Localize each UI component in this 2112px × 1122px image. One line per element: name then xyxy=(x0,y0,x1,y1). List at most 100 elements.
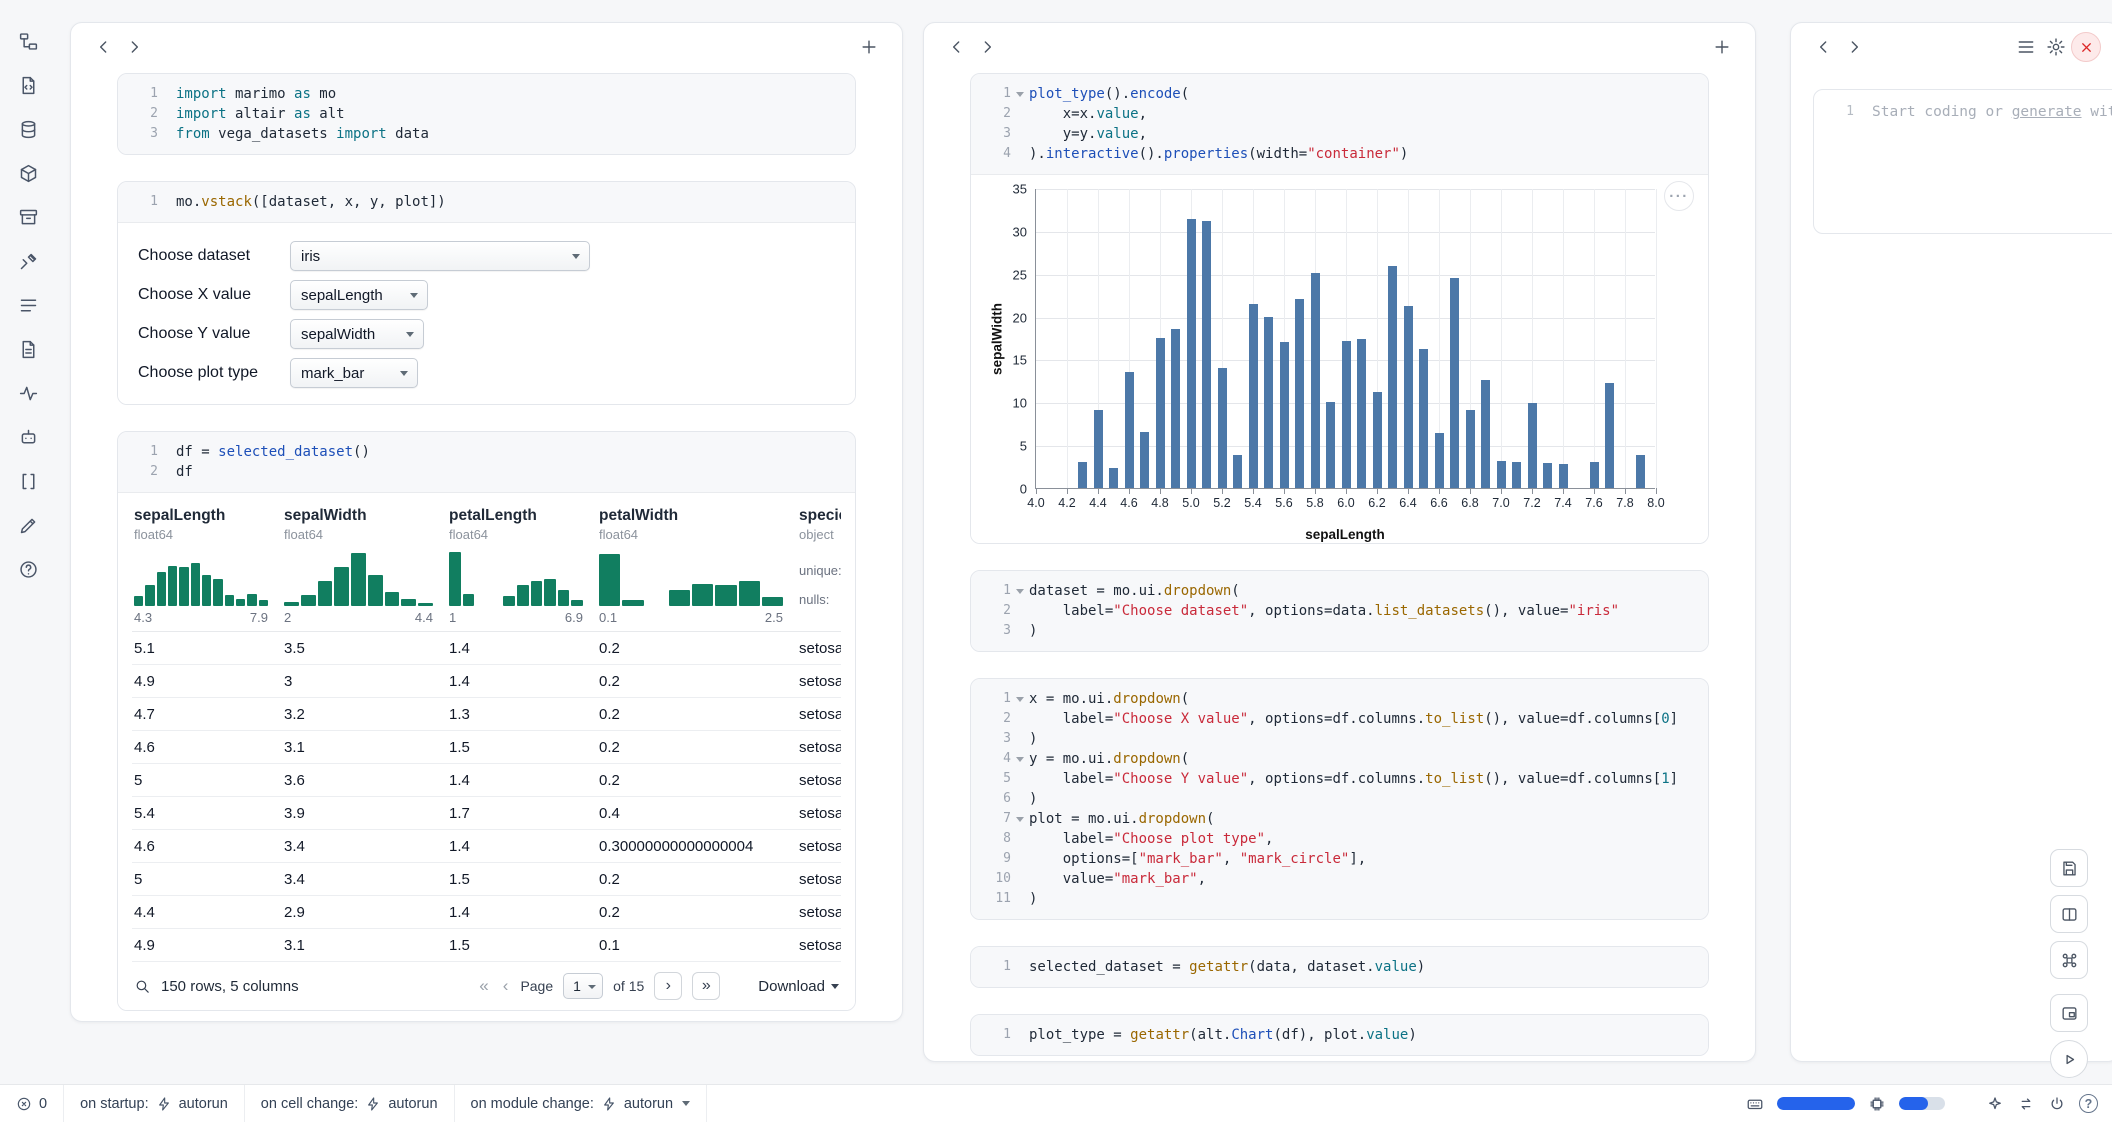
table-row[interactable]: 4.63.41.40.30000000000000004setosa xyxy=(132,830,841,863)
column-header[interactable]: petalLengthfloat64 xyxy=(447,503,597,544)
code-line[interactable]: 4y = mo.ui.dropdown( xyxy=(985,749,1694,769)
layout-columns-icon[interactable] xyxy=(2050,895,2088,933)
code-line[interactable]: 3) xyxy=(985,729,1694,749)
ai-sparkle-icon[interactable] xyxy=(1986,1095,2004,1113)
table-row[interactable]: 4.73.21.30.2setosa xyxy=(132,698,841,731)
code-editor[interactable]: 1plot_type = getattr(alt.Chart(df), plot… xyxy=(971,1015,1708,1055)
shutdown-close-icon[interactable] xyxy=(2071,32,2101,62)
column-header[interactable]: petalWidthfloat64 xyxy=(597,503,797,544)
table-row[interactable]: 5.43.91.70.4setosa xyxy=(132,797,841,830)
code-line[interactable]: 6) xyxy=(985,789,1694,809)
code-line[interactable]: 2 x=x.value, xyxy=(985,104,1694,124)
tools-icon[interactable] xyxy=(13,246,43,276)
brackets-icon[interactable] xyxy=(13,466,43,496)
swap-icon[interactable] xyxy=(2017,1095,2035,1113)
fold-chevron-icon[interactable] xyxy=(1011,689,1029,709)
bot-icon[interactable] xyxy=(13,422,43,452)
table-row[interactable]: 4.931.40.2setosa xyxy=(132,665,841,698)
table-row[interactable]: 4.42.91.40.2setosa xyxy=(132,896,841,929)
download-button[interactable]: Download xyxy=(758,978,839,995)
activity-icon[interactable] xyxy=(13,378,43,408)
fold-chevron-icon[interactable] xyxy=(1011,809,1029,829)
column-header[interactable]: sepalWidthfloat64 xyxy=(282,503,447,544)
add-cell-icon[interactable] xyxy=(854,32,884,62)
chevron-right-icon[interactable] xyxy=(1839,32,1869,62)
chevron-left-icon[interactable] xyxy=(1809,32,1839,62)
code-line[interactable]: 1x = mo.ui.dropdown( xyxy=(985,689,1694,709)
menu-icon[interactable] xyxy=(2011,32,2041,62)
x-value-select[interactable]: sepalLength xyxy=(290,280,428,310)
document-icon[interactable] xyxy=(13,334,43,364)
code-line[interactable]: 10 value="mark_bar", xyxy=(985,869,1694,889)
code-editor[interactable]: 1df = selected_dataset()2df xyxy=(118,432,855,493)
prev-page-icon[interactable]: ‹ xyxy=(501,976,511,996)
code-line[interactable]: 3 y=y.value, xyxy=(985,124,1694,144)
code-line[interactable]: 1df = selected_dataset() xyxy=(132,442,841,462)
code-editor[interactable]: 1selected_dataset = getattr(data, datase… xyxy=(971,947,1708,987)
chart-plot[interactable]: 051015202530354.04.24.44.64.85.05.25.45.… xyxy=(1035,189,1655,489)
database-icon[interactable] xyxy=(13,114,43,144)
code-line[interactable]: 2 label="Choose dataset", options=data.l… xyxy=(985,601,1694,621)
fold-chevron-icon[interactable] xyxy=(1011,749,1029,769)
table-row[interactable]: 53.41.50.2setosa xyxy=(132,863,841,896)
fold-chevron-icon[interactable] xyxy=(1011,84,1029,104)
code-line[interactable]: 2 label="Choose X value", options=df.col… xyxy=(985,709,1694,729)
page-number-select[interactable]: 1 xyxy=(563,973,603,999)
app-frame-icon[interactable] xyxy=(2050,994,2088,1032)
last-page-button[interactable]: » xyxy=(692,972,720,1000)
archive-icon[interactable] xyxy=(13,202,43,232)
dataset-select[interactable]: iris xyxy=(290,241,590,271)
chevron-left-icon[interactable] xyxy=(942,32,972,62)
file-tree-icon[interactable] xyxy=(13,26,43,56)
table-row[interactable]: 4.93.11.50.1setosa xyxy=(132,929,841,962)
chevron-right-icon[interactable] xyxy=(972,32,1002,62)
error-indicator[interactable]: 0 xyxy=(0,1085,64,1122)
column-header[interactable]: speciesobject xyxy=(797,503,841,544)
code-line[interactable]: 1plot_type().encode( xyxy=(985,84,1694,104)
pencil-icon[interactable] xyxy=(13,510,43,540)
first-page-icon[interactable]: « xyxy=(477,976,490,996)
code-line[interactable]: 7plot = mo.ui.dropdown( xyxy=(985,809,1694,829)
code-line[interactable]: 4).interactive().properties(width="conta… xyxy=(985,144,1694,164)
package-icon[interactable] xyxy=(13,158,43,188)
code-line[interactable]: 5 label="Choose Y value", options=df.col… xyxy=(985,769,1694,789)
table-row[interactable]: 5.13.51.40.2setosa xyxy=(132,632,841,665)
code-editor[interactable]: 1plot_type().encode(2 x=x.value,3 y=y.va… xyxy=(971,74,1708,175)
help-icon[interactable] xyxy=(13,554,43,584)
code-line[interactable]: 2df xyxy=(132,462,841,482)
command-palette-icon[interactable] xyxy=(2050,941,2088,979)
run-all-icon[interactable] xyxy=(2050,1040,2088,1078)
plot-type-select[interactable]: mark_bar xyxy=(290,358,418,388)
code-line[interactable]: 1import marimo as mo xyxy=(132,84,841,104)
chevron-left-icon[interactable] xyxy=(89,32,119,62)
code-line[interactable]: 8 label="Choose plot type", xyxy=(985,829,1694,849)
code-editor[interactable]: 1import marimo as mo2import altair as al… xyxy=(118,74,855,154)
search-icon[interactable] xyxy=(134,978,151,995)
chart-menu-icon[interactable] xyxy=(1664,181,1694,211)
fold-chevron-icon[interactable] xyxy=(1011,581,1029,601)
empty-cell-editor[interactable]: 1 Start coding or generate with AI xyxy=(1813,89,2112,234)
table-row[interactable]: 53.61.40.2setosa xyxy=(132,764,841,797)
y-value-select[interactable]: sepalWidth xyxy=(290,319,424,349)
code-line[interactable]: 2import altair as alt xyxy=(132,104,841,124)
on-cell-change-setting[interactable]: on cell change: autorun xyxy=(245,1085,455,1122)
help-icon[interactable] xyxy=(2079,1094,2098,1113)
on-module-change-setting[interactable]: on module change: autorun xyxy=(455,1085,708,1122)
save-icon[interactable] xyxy=(2050,849,2088,887)
code-line[interactable]: 1plot_type = getattr(alt.Chart(df), plot… xyxy=(985,1025,1694,1045)
chevron-right-icon[interactable] xyxy=(119,32,149,62)
next-page-button[interactable]: › xyxy=(654,972,682,1000)
code-editor[interactable]: 1mo.vstack([dataset, x, y, plot]) xyxy=(118,182,855,223)
power-icon[interactable] xyxy=(2048,1095,2066,1113)
code-line[interactable]: 3) xyxy=(985,621,1694,641)
rows-icon[interactable] xyxy=(13,290,43,320)
code-line[interactable]: 1selected_dataset = getattr(data, datase… xyxy=(985,957,1694,977)
code-line[interactable]: 1dataset = mo.ui.dropdown( xyxy=(985,581,1694,601)
code-line[interactable]: 11) xyxy=(985,889,1694,909)
table-row[interactable]: 4.63.11.50.2setosa xyxy=(132,731,841,764)
code-line[interactable]: 3from vega_datasets import data xyxy=(132,124,841,144)
code-line[interactable]: 9 options=["mark_bar", "mark_circle"], xyxy=(985,849,1694,869)
code-line[interactable]: 1mo.vstack([dataset, x, y, plot]) xyxy=(132,192,841,212)
generate-ai-link[interactable]: generate xyxy=(2012,104,2082,120)
keyboard-icon[interactable] xyxy=(1746,1095,1764,1113)
